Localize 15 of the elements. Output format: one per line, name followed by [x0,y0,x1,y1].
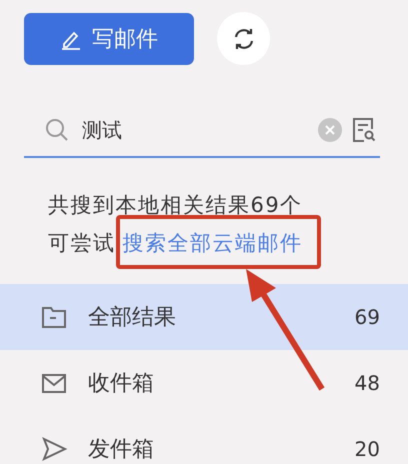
send-icon [40,435,68,463]
suggestion-text: 可尝试 [48,231,116,255]
search-field[interactable]: 测试 [80,117,318,143]
folder-item[interactable]: 全部结果 69 [0,284,408,350]
search-icon [44,117,70,143]
folder-item[interactable]: 收件箱 48 [0,350,408,416]
folder-item[interactable]: 发件箱 20 [0,416,408,464]
close-icon [324,124,336,136]
document-search-icon[interactable] [352,117,376,143]
folder-count: 48 [354,371,380,395]
folder-count: 69 [354,305,380,329]
result-count-text: 共搜到本地相关结果69个 [48,192,304,219]
folder-count: 20 [354,437,380,461]
compose-button[interactable]: 写邮件 [24,12,194,64]
search-cloud-link[interactable]: 搜索全部云端邮件 [116,231,302,255]
